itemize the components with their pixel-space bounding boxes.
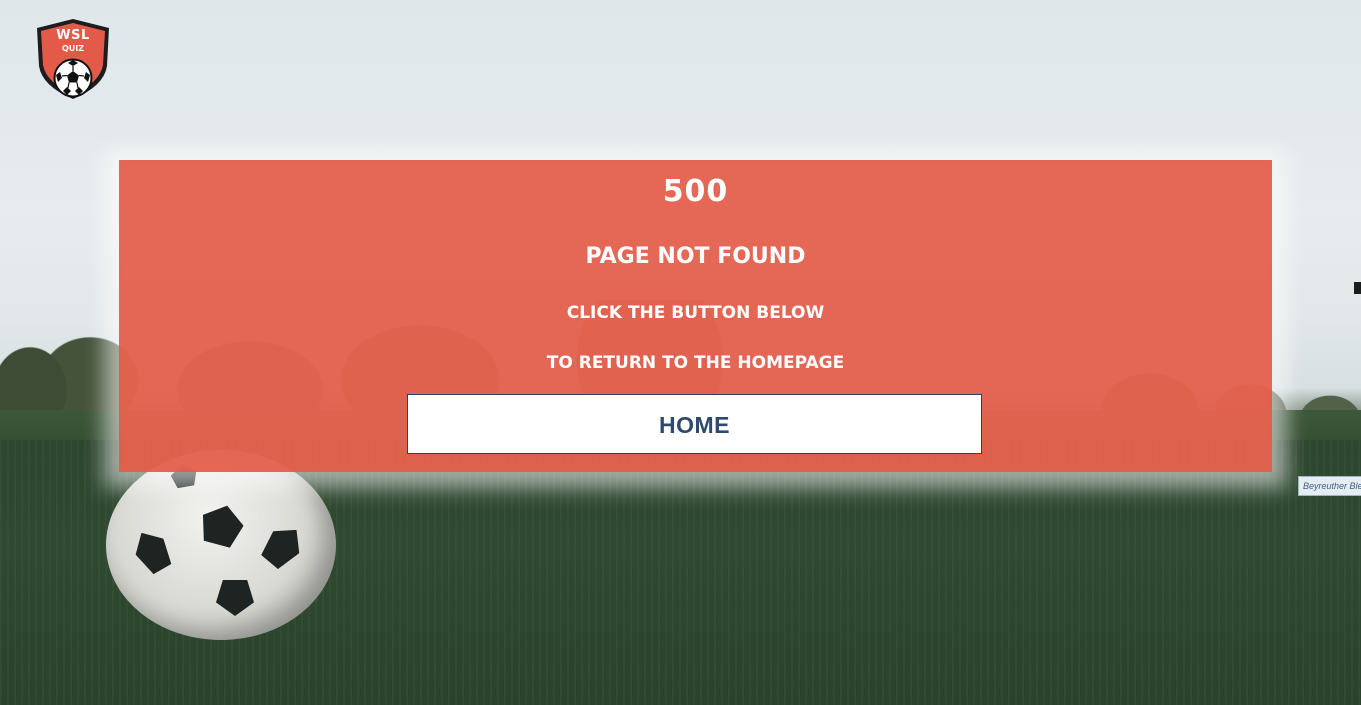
error-message-line-2: TO RETURN TO THE HOMEPAGE <box>546 353 845 373</box>
error-message-line-1: CLICK THE BUTTON BELOW <box>566 303 825 323</box>
error-title: PAGE NOT FOUND <box>585 244 806 269</box>
logo-title: WSL <box>56 28 90 43</box>
ad-board: Beyreuther Blech <box>1298 476 1361 496</box>
error-panel: 500 PAGE NOT FOUND CLICK THE BUTTON BELO… <box>119 160 1272 472</box>
logo-subtitle: QUIZ <box>61 44 85 53</box>
logo-link[interactable]: WSL QUIZ <box>36 18 110 100</box>
floodlight <box>1354 282 1361 294</box>
error-code: 500 <box>662 174 729 209</box>
soccer-ball-icon <box>53 58 93 98</box>
home-button[interactable]: HOME <box>407 394 982 454</box>
